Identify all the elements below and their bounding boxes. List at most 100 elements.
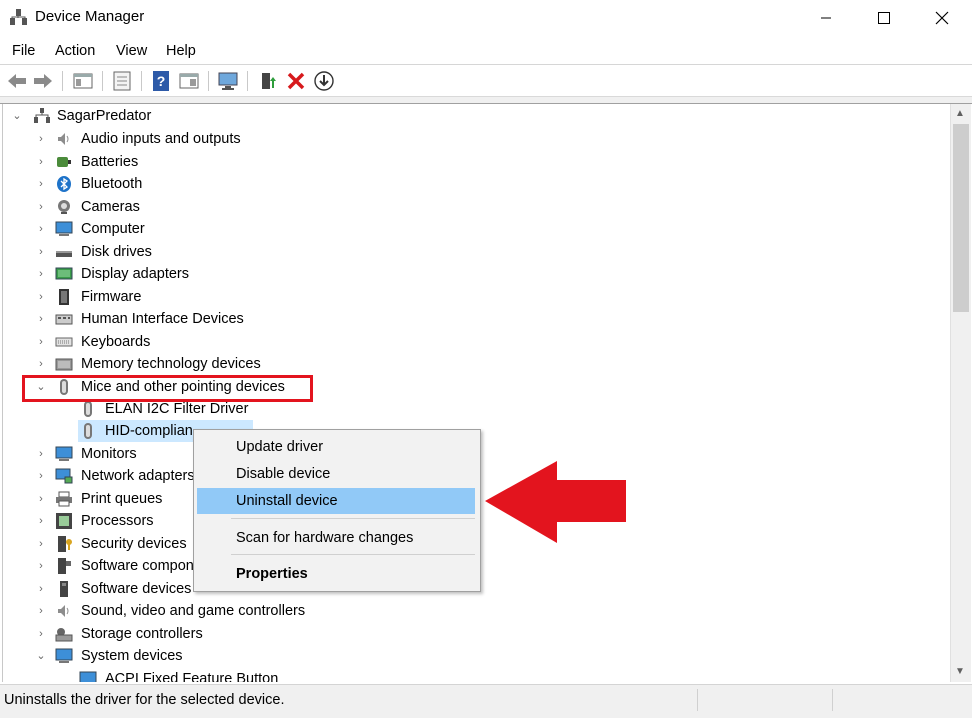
tree-category[interactable]: › Computer: [3, 218, 943, 240]
chevron-right-icon[interactable]: ›: [34, 263, 48, 285]
help-icon[interactable]: ?: [149, 69, 173, 93]
uninstall-x-icon[interactable]: [284, 69, 308, 93]
camera-icon: [58, 200, 70, 214]
chevron-right-icon[interactable]: ›: [34, 151, 48, 173]
tree-category-label: Audio inputs and outputs: [81, 131, 241, 147]
menu-action[interactable]: Action: [55, 43, 95, 59]
chevron-right-icon[interactable]: ›: [34, 600, 48, 622]
scroll-down-icon[interactable]: ▼: [955, 666, 965, 677]
menu-help[interactable]: Help: [166, 43, 196, 59]
toolbar-separator: [102, 71, 103, 91]
tree-category-label: Storage controllers: [81, 626, 203, 642]
chevron-down-icon[interactable]: ⌄: [34, 645, 48, 667]
vertical-scrollbar[interactable]: ▲ ▼: [950, 104, 971, 682]
chevron-right-icon[interactable]: ›: [34, 443, 48, 465]
chevron-right-icon[interactable]: ›: [34, 241, 48, 263]
status-bar: Uninstalls the driver for the selected d…: [0, 684, 972, 718]
properties-icon[interactable]: [110, 69, 134, 93]
chevron-right-icon[interactable]: ›: [34, 533, 48, 555]
chevron-right-icon[interactable]: ›: [34, 488, 48, 510]
security-icon: [58, 536, 72, 552]
forward-arrow-icon[interactable]: [31, 69, 55, 93]
back-arrow-icon[interactable]: [5, 69, 29, 93]
chevron-right-icon[interactable]: ›: [34, 623, 48, 645]
processor-icon: [56, 513, 72, 529]
tree-device[interactable]: ACPI Fixed Feature Button: [3, 668, 943, 682]
monitor-icon: [55, 446, 73, 461]
firmware-icon: [59, 289, 69, 305]
display-adapter-icon: [55, 267, 73, 280]
menu-item-uninstall-device[interactable]: Uninstall device: [197, 488, 475, 514]
download-driver-icon[interactable]: [312, 69, 336, 93]
chevron-right-icon[interactable]: ›: [34, 331, 48, 353]
tree-category-label: Security devices: [81, 536, 187, 552]
tree-category-label: System devices: [81, 648, 183, 664]
chevron-right-icon[interactable]: ›: [34, 286, 48, 308]
tree-category-label: Disk drives: [81, 244, 152, 260]
tree-category[interactable]: › Sound, video and game controllers: [3, 600, 943, 622]
menu-item-label: Scan for hardware changes: [236, 530, 414, 546]
close-button[interactable]: [914, 0, 972, 36]
tree-category[interactable]: › Keyboards: [3, 331, 943, 353]
tree-category[interactable]: › Human Interface Devices: [3, 308, 943, 330]
tree-category[interactable]: ⌄ System devices: [3, 645, 943, 667]
speaker-icon: [58, 133, 69, 145]
menu-file[interactable]: File: [12, 43, 35, 59]
tree-category[interactable]: › Memory technology devices: [3, 353, 943, 375]
tree-category[interactable]: › Batteries: [3, 151, 943, 173]
menu-item-scan-hardware[interactable]: Scan for hardware changes: [197, 525, 475, 551]
monitor-scan-icon[interactable]: [216, 69, 240, 93]
tree-category-label: Memory technology devices: [81, 356, 261, 372]
tree-category-label: Monitors: [81, 446, 137, 462]
update-driver-icon[interactable]: [256, 69, 280, 93]
toolbar-border: [0, 96, 972, 104]
tree-category[interactable]: › Cameras: [3, 196, 943, 218]
menu-item-properties[interactable]: Properties: [197, 561, 475, 587]
minimize-button[interactable]: [798, 0, 856, 36]
tree-category-label: Keyboards: [81, 334, 151, 350]
chevron-down-icon[interactable]: ⌄: [10, 105, 24, 127]
status-divider: [832, 689, 833, 711]
keyboard-icon: [55, 337, 73, 347]
view-icon[interactable]: [177, 69, 201, 93]
tree-category-label: Human Interface Devices: [81, 311, 244, 327]
sound-icon: [58, 605, 69, 617]
tree-category[interactable]: › Firmware: [3, 286, 943, 308]
toolbar-separator: [141, 71, 142, 91]
maximize-button[interactable]: [856, 0, 914, 36]
chevron-right-icon[interactable]: ›: [34, 353, 48, 375]
tree-category[interactable]: › Display adapters: [3, 263, 943, 285]
device-manager-icon: [10, 9, 27, 25]
menu-view[interactable]: View: [116, 43, 147, 59]
chevron-right-icon[interactable]: ›: [34, 196, 48, 218]
tree-root[interactable]: ⌄ SagarPredator: [3, 105, 943, 127]
title-bar: Device Manager: [0, 0, 972, 36]
annotation-arrow-icon: [485, 461, 626, 543]
show-hide-tree-icon[interactable]: [71, 69, 95, 93]
scroll-up-icon[interactable]: ▲: [955, 108, 965, 119]
system-icon: [55, 648, 73, 663]
tree-category[interactable]: › Storage controllers: [3, 623, 943, 645]
tree-category[interactable]: › Bluetooth: [3, 173, 943, 195]
menu-separator: [231, 518, 475, 519]
chevron-right-icon[interactable]: ›: [34, 465, 48, 487]
chevron-right-icon[interactable]: ›: [34, 308, 48, 330]
menu-item-disable-device[interactable]: Disable device: [197, 461, 475, 487]
chevron-right-icon[interactable]: ›: [34, 510, 48, 532]
menu-item-update-driver[interactable]: Update driver: [197, 434, 475, 460]
chevron-right-icon[interactable]: ›: [34, 218, 48, 240]
tree-root-label: SagarPredator: [57, 108, 152, 124]
tree-category[interactable]: › Disk drives: [3, 241, 943, 263]
chevron-right-icon[interactable]: ›: [34, 555, 48, 577]
memory-icon: [55, 358, 73, 371]
chevron-right-icon[interactable]: ›: [34, 578, 48, 600]
menu-item-label: Update driver: [236, 439, 324, 455]
tree-category-label: Cameras: [81, 199, 140, 215]
menu-item-label: Disable device: [236, 466, 331, 482]
chevron-right-icon[interactable]: ›: [34, 173, 48, 195]
tree-category-label: Batteries: [81, 154, 139, 170]
chevron-right-icon[interactable]: ›: [34, 128, 48, 150]
toolbar: ?: [0, 66, 972, 96]
scrollbar-thumb[interactable]: [953, 124, 969, 312]
tree-category[interactable]: › Audio inputs and outputs: [3, 128, 943, 150]
